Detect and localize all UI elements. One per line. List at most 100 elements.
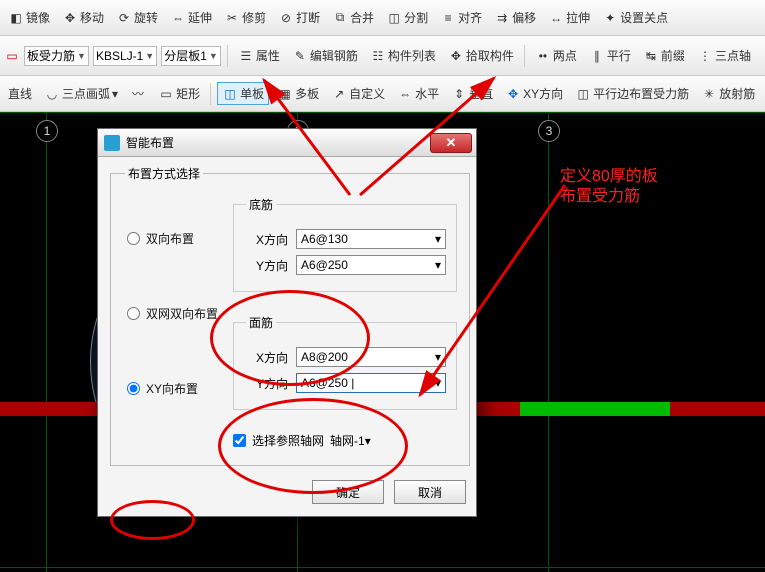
tb-curve[interactable]: 〰 bbox=[126, 84, 150, 104]
tb-rect[interactable]: ▭矩形 bbox=[154, 83, 204, 104]
bottom-rebar-group: 底筋 X方向 A6@130▾ Y方向 A6@250▾ bbox=[233, 196, 457, 292]
par-icon: ∥ bbox=[589, 48, 605, 64]
curve-icon: 〰 bbox=[130, 86, 146, 102]
pull-icon: ↔ bbox=[548, 10, 564, 26]
combo-ref-grid[interactable]: 轴网-1▾ bbox=[330, 432, 440, 449]
dialog-titlebar[interactable]: 智能布置 ✕ bbox=[98, 129, 476, 157]
tb-horiz[interactable]: ⇔水平 bbox=[393, 83, 443, 104]
tb-arc3[interactable]: ◡三点画弧▾ bbox=[40, 83, 122, 104]
tb-prefix[interactable]: ↹前缀 bbox=[639, 45, 689, 66]
chevron-down-icon: ▼ bbox=[77, 51, 86, 61]
tb-offset[interactable]: ⇉偏移 bbox=[490, 7, 540, 28]
combo-top-x[interactable]: A8@200▾ bbox=[296, 347, 446, 367]
combo-slab[interactable]: 板受力筋▼ bbox=[24, 46, 89, 66]
axis-bubble-1: 1 bbox=[36, 120, 58, 142]
tb-trim[interactable]: ✂修剪 bbox=[220, 7, 270, 28]
tb-stretch[interactable]: ⇔延伸 bbox=[166, 7, 216, 28]
label-ref: 选择参照轴网 bbox=[252, 432, 324, 449]
tb-merge[interactable]: ⧉合并 bbox=[328, 7, 378, 28]
tb-pull[interactable]: ↔拉伸 bbox=[544, 7, 594, 28]
cancel-button[interactable]: 取消 bbox=[394, 480, 466, 504]
rect-icon: ▭ bbox=[158, 86, 174, 102]
combo-bottom-x[interactable]: A6@130▾ bbox=[296, 229, 446, 249]
combo-kbslj[interactable]: KBSLJ-1▼ bbox=[93, 46, 157, 66]
label-bx: X方向 bbox=[246, 231, 288, 248]
chevron-down-icon: ▼ bbox=[209, 51, 218, 61]
tb-align[interactable]: ≡对齐 bbox=[436, 7, 486, 28]
mirror-icon: ◧ bbox=[8, 10, 24, 26]
group-legend: 布置方式选择 bbox=[125, 165, 203, 182]
pre-icon: ↹ bbox=[643, 48, 659, 64]
tb-parallel-reb[interactable]: ◫平行边布置受力筋 bbox=[571, 83, 693, 104]
radio-bidir-input[interactable] bbox=[127, 232, 140, 245]
offset-icon: ⇉ bbox=[494, 10, 510, 26]
trim-icon: ✂ bbox=[224, 10, 240, 26]
combo-bottom-y[interactable]: A6@250▾ bbox=[296, 255, 446, 275]
axis-bubble-3: 3 bbox=[538, 120, 560, 142]
tb-split[interactable]: ◫分割 bbox=[382, 7, 432, 28]
tb-multi[interactable]: ▦多板 bbox=[273, 83, 323, 104]
layout-mode-group: 布置方式选择 双向布置 双网双向布置 XY向布置 bbox=[110, 165, 470, 466]
tb-line[interactable]: 直线 bbox=[4, 83, 36, 104]
smart-layout-dialog: 智能布置 ✕ 布置方式选择 双向布置 双网双向布置 XY bbox=[97, 128, 477, 517]
merge-icon: ⧉ bbox=[332, 10, 348, 26]
tb-setpoint[interactable]: ✦设置关点 bbox=[598, 7, 672, 28]
radio-dualnet[interactable]: 双网双向布置 bbox=[127, 305, 225, 322]
chevron-down-icon: ▼ bbox=[145, 51, 154, 61]
toolbar-row-1: ◧镜像 ✥移动 ⟳旋转 ⇔延伸 ✂修剪 ⊘打断 ⧉合并 ◫分割 ≡对齐 ⇉偏移 … bbox=[0, 0, 765, 36]
checkbox-ref-grid[interactable] bbox=[233, 434, 246, 447]
label-tx: X方向 bbox=[246, 349, 288, 366]
chevron-down-icon: ▾ bbox=[365, 434, 371, 448]
tb-editbar[interactable]: ✎编辑钢筋 bbox=[288, 45, 362, 66]
combo-top-y[interactable]: A6@250 |▾ bbox=[296, 373, 446, 393]
align-icon: ≡ bbox=[440, 10, 456, 26]
point-icon: ✦ bbox=[602, 10, 618, 26]
tb-parallel[interactable]: ∥平行 bbox=[585, 45, 635, 66]
tb-twopoint[interactable]: ••两点 bbox=[531, 45, 581, 66]
close-button[interactable]: ✕ bbox=[430, 133, 472, 153]
annotation-text: 定义80厚的板 布置受力筋 bbox=[560, 167, 658, 207]
list-icon: ☷ bbox=[370, 48, 386, 64]
ver-icon: ⇕ bbox=[451, 86, 467, 102]
chevron-down-icon: ▾ bbox=[435, 376, 441, 390]
parr-icon: ◫ bbox=[575, 86, 591, 102]
pick-icon: ✥ bbox=[448, 48, 464, 64]
break-icon: ⊘ bbox=[278, 10, 294, 26]
toolbar-row-3: 直线 ◡三点画弧▾ 〰 ▭矩形 ◫单板 ▦多板 ↗自定义 ⇔水平 ⇕垂直 ✥XY… bbox=[0, 76, 765, 112]
tb-attr[interactable]: ☰属性 bbox=[234, 45, 284, 66]
close-icon: ✕ bbox=[446, 135, 457, 151]
radio-xy-input[interactable] bbox=[127, 382, 140, 395]
tb-radial[interactable]: ✳放射筋 bbox=[697, 83, 759, 104]
radio-xy[interactable]: XY向布置 bbox=[127, 380, 225, 397]
single-icon: ◫ bbox=[222, 86, 238, 102]
chevron-down-icon: ▾ bbox=[435, 350, 441, 364]
rotate-icon: ⟳ bbox=[116, 10, 132, 26]
chevron-down-icon: ▾ bbox=[435, 232, 441, 246]
ok-button[interactable]: 确定 bbox=[312, 480, 384, 504]
tb-xy[interactable]: ✥XY方向 bbox=[501, 83, 567, 104]
xy-icon: ✥ bbox=[505, 86, 521, 102]
hor-icon: ⇔ bbox=[397, 86, 413, 102]
slab-icon: ▭ bbox=[4, 48, 20, 64]
tb-threepoint[interactable]: ⋮三点轴 bbox=[693, 45, 755, 66]
two-icon: •• bbox=[535, 48, 551, 64]
radio-bidir[interactable]: 双向布置 bbox=[127, 230, 225, 247]
move-icon: ✥ bbox=[62, 10, 78, 26]
tb-list[interactable]: ☷构件列表 bbox=[366, 45, 440, 66]
top-rebar-group: 面筋 X方向 A8@200▾ Y方向 A6@250 |▾ bbox=[233, 314, 457, 410]
bottom-legend: 底筋 bbox=[246, 196, 276, 213]
tb-single[interactable]: ◫单板 bbox=[217, 82, 269, 105]
tb-vert[interactable]: ⇕垂直 bbox=[447, 83, 497, 104]
label-by: Y方向 bbox=[246, 257, 288, 274]
tb-move[interactable]: ✥移动 bbox=[58, 7, 108, 28]
multi-icon: ▦ bbox=[277, 86, 293, 102]
top-legend: 面筋 bbox=[246, 314, 276, 331]
tb-break[interactable]: ⊘打断 bbox=[274, 7, 324, 28]
tb-mirror[interactable]: ◧镜像 bbox=[4, 7, 54, 28]
tb-pick[interactable]: ✥拾取构件 bbox=[444, 45, 518, 66]
radio-dualnet-input[interactable] bbox=[127, 307, 140, 320]
tb-custom[interactable]: ↗自定义 bbox=[327, 83, 389, 104]
tb-rotate[interactable]: ⟳旋转 bbox=[112, 7, 162, 28]
chevron-down-icon: ▾ bbox=[435, 258, 441, 272]
combo-layer[interactable]: 分层板1▼ bbox=[161, 46, 221, 66]
